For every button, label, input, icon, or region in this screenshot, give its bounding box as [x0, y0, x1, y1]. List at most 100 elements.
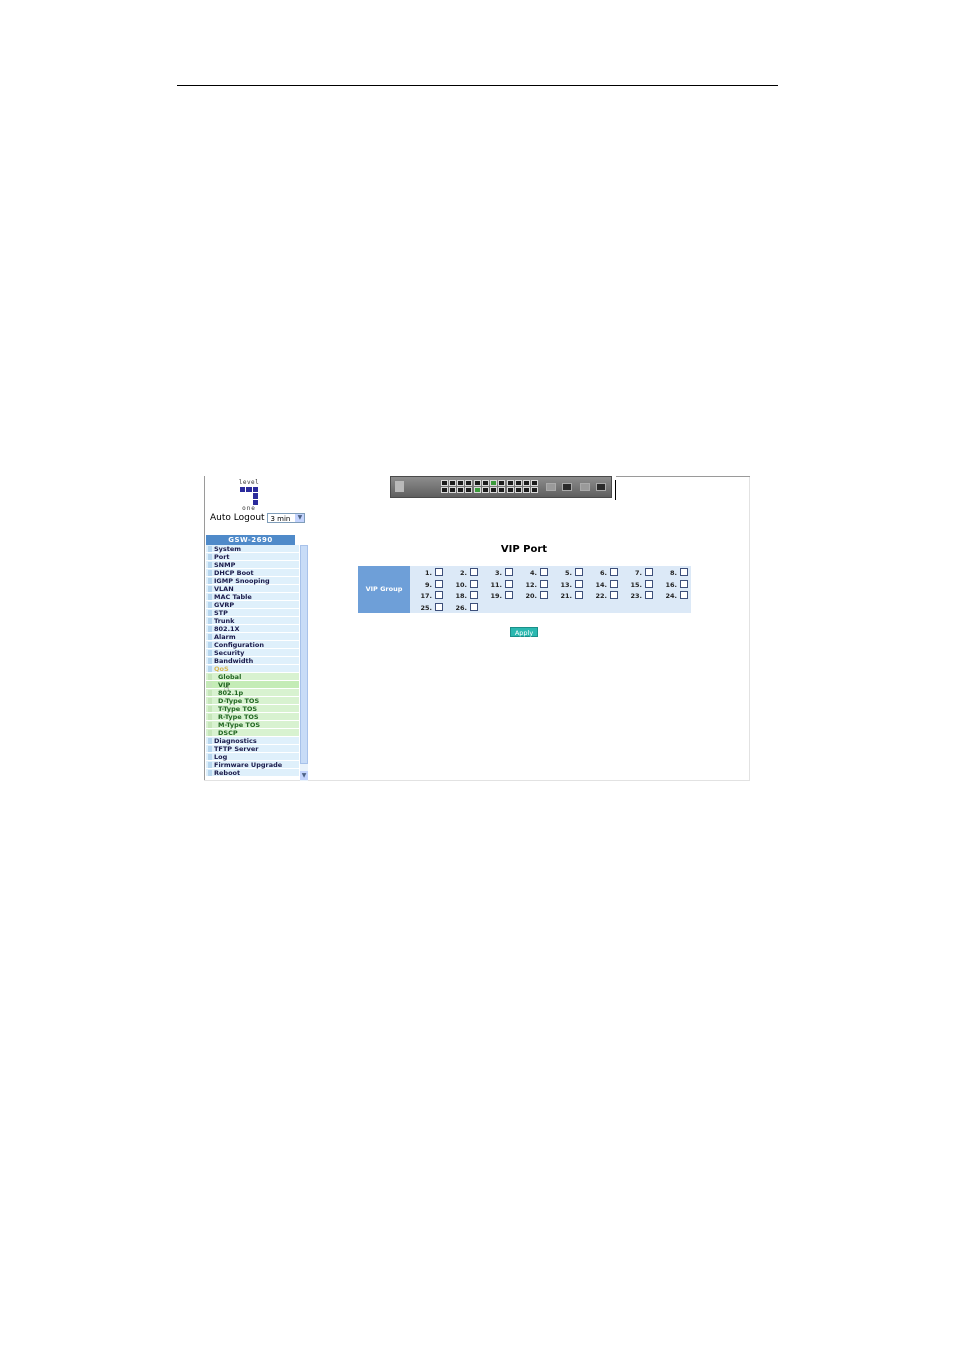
vip-port-checkbox[interactable]	[540, 579, 548, 588]
vip-port-checkbox[interactable]	[645, 591, 653, 599]
submenu-item-vip[interactable]: VIP	[206, 681, 299, 689]
vip-port-checkbox[interactable]	[680, 591, 688, 599]
vip-port-grid: 1. 2. 3. 4. 5. 6. 7. 8. 9. 10. 11. 12. 13. 14. 15. 16. 1…	[410, 566, 691, 613]
submenu-item-m-type-tos[interactable]: M-Type TOS	[206, 721, 299, 729]
switch-web-ui-screenshot: level one Auto Logout 3 min ▼ GSW-2690 S…	[204, 476, 750, 781]
sfp-slot	[596, 483, 606, 491]
auto-logout-select[interactable]: 3 min ▼	[267, 513, 306, 523]
port-block-3	[507, 480, 538, 493]
vip-port-cell: 19.	[480, 591, 513, 601]
port-number: 22.	[595, 592, 607, 600]
menu-item-802-1x[interactable]: 802.1X	[206, 625, 299, 633]
port-number: 2.	[460, 569, 467, 577]
vip-port-checkbox[interactable]	[680, 568, 688, 576]
panel-logo-icon	[395, 481, 404, 492]
vip-port-checkbox[interactable]	[575, 579, 583, 588]
vip-port-cell: 13.	[550, 579, 583, 590]
submenu-item-d-type-tos[interactable]: D-Type TOS	[206, 697, 299, 705]
port-number: 4.	[530, 569, 537, 577]
menu-item-port[interactable]: Port	[206, 553, 299, 561]
vip-port-checkbox[interactable]	[470, 591, 478, 599]
apply-button[interactable]: Apply	[510, 627, 538, 637]
chevron-down-icon[interactable]: ▼	[295, 514, 305, 522]
vip-port-cell: 5.	[550, 568, 583, 578]
menu-item-vlan[interactable]: VLAN	[206, 585, 299, 593]
port-block-2	[474, 480, 505, 493]
menu-item-trunk[interactable]: Trunk	[206, 617, 299, 625]
vip-port-cell: 2.	[445, 568, 478, 578]
frame-right-edge	[749, 476, 750, 781]
scroll-down-icon[interactable]: ▼	[300, 771, 308, 780]
vip-port-checkbox[interactable]	[435, 602, 443, 611]
menu-item-snmp[interactable]: SNMP	[206, 561, 299, 569]
menu-item-diagnostics[interactable]: Diagnostics	[206, 737, 299, 745]
page-top-rule	[177, 85, 778, 86]
vip-port-checkbox[interactable]	[540, 591, 548, 599]
submenu-item-802-1p[interactable]: 802.1p	[206, 689, 299, 697]
port-number: 15.	[630, 580, 642, 589]
menu-scrollbar-thumb[interactable]	[300, 545, 308, 764]
vip-port-cell: 9.	[410, 579, 443, 590]
vip-port-checkbox[interactable]	[435, 591, 443, 599]
menu-item-alarm[interactable]: Alarm	[206, 633, 299, 641]
port-number: 9.	[425, 580, 432, 589]
submenu-item-r-type-tos[interactable]: R-Type TOS	[206, 713, 299, 721]
vip-port-checkbox[interactable]	[540, 568, 548, 576]
menu-item-dhcp-boot[interactable]: DHCP Boot	[206, 569, 299, 577]
menu-item-tftp-server[interactable]: TFTP Server	[206, 745, 299, 753]
port-block-1	[441, 480, 472, 493]
port-number: 3.	[495, 569, 502, 577]
switch-front-panel-image	[390, 476, 612, 498]
vip-port-checkbox[interactable]	[575, 591, 583, 599]
vip-port-checkbox[interactable]	[470, 602, 478, 611]
vip-port-checkbox[interactable]	[610, 591, 618, 599]
vip-port-cell: 26.	[445, 602, 478, 613]
menu-item-gvrp[interactable]: GVRP	[206, 601, 299, 609]
port-number: 17.	[420, 592, 432, 600]
vip-port-checkbox[interactable]	[645, 579, 653, 588]
vip-port-checkbox[interactable]	[505, 568, 513, 576]
vip-port-cell: 17.	[410, 591, 443, 601]
frame-bottom-edge	[204, 780, 750, 781]
menu-item-system[interactable]: System	[206, 545, 299, 553]
vip-port-cell: 25.	[410, 602, 443, 613]
menu-item-stp[interactable]: STP	[206, 609, 299, 617]
menu-item-reboot[interactable]: Reboot	[206, 769, 299, 777]
port-number: 14.	[595, 580, 607, 589]
menu-item-security[interactable]: Security	[206, 649, 299, 657]
port-number: 25.	[420, 603, 432, 612]
menu-item-igmp-snooping[interactable]: IGMP Snooping	[206, 577, 299, 585]
port-number: 18.	[455, 592, 467, 600]
submenu-item-global[interactable]: Global	[206, 673, 299, 681]
vip-port-cell: 3.	[480, 568, 513, 578]
vip-port-checkbox[interactable]	[505, 591, 513, 599]
vip-port-cell: 1.	[410, 568, 443, 578]
vip-port-checkbox[interactable]	[505, 579, 513, 588]
submenu-item-dscp[interactable]: DSCP	[206, 729, 299, 737]
vip-port-cell: 16.	[655, 579, 688, 590]
menu-item-firmware-upgrade[interactable]: Firmware Upgrade	[206, 761, 299, 769]
port-number: 1.	[425, 569, 432, 577]
menu-item-qos[interactable]: QoS	[206, 665, 299, 673]
navigation-menu: System Port SNMP DHCP Boot IGMP Snooping VLAN…	[206, 545, 299, 780]
menu-item-configuration[interactable]: Configuration	[206, 641, 299, 649]
vip-port-checkbox[interactable]	[680, 579, 688, 588]
vip-port-checkbox[interactable]	[435, 568, 443, 576]
submenu-item-t-type-tos[interactable]: T-Type TOS	[206, 705, 299, 713]
vip-port-checkbox[interactable]	[575, 568, 583, 576]
vip-port-checkbox[interactable]	[645, 568, 653, 576]
menu-item-mac-table[interactable]: MAC Table	[206, 593, 299, 601]
vip-port-checkbox[interactable]	[470, 568, 478, 576]
vip-port-cell: 12.	[515, 579, 548, 590]
vip-port-checkbox[interactable]	[610, 568, 618, 576]
port-number: 10.	[455, 580, 467, 589]
vip-port-checkbox[interactable]	[610, 579, 618, 588]
vip-port-cell: 4.	[515, 568, 548, 578]
menu-item-log[interactable]: Log	[206, 753, 299, 761]
sfp-slot	[562, 483, 572, 491]
vip-port-checkbox[interactable]	[435, 579, 443, 588]
port-number: 7.	[635, 569, 642, 577]
vip-port-checkbox[interactable]	[470, 579, 478, 588]
port-number: 24.	[665, 592, 677, 600]
menu-item-bandwidth[interactable]: Bandwidth	[206, 657, 299, 665]
